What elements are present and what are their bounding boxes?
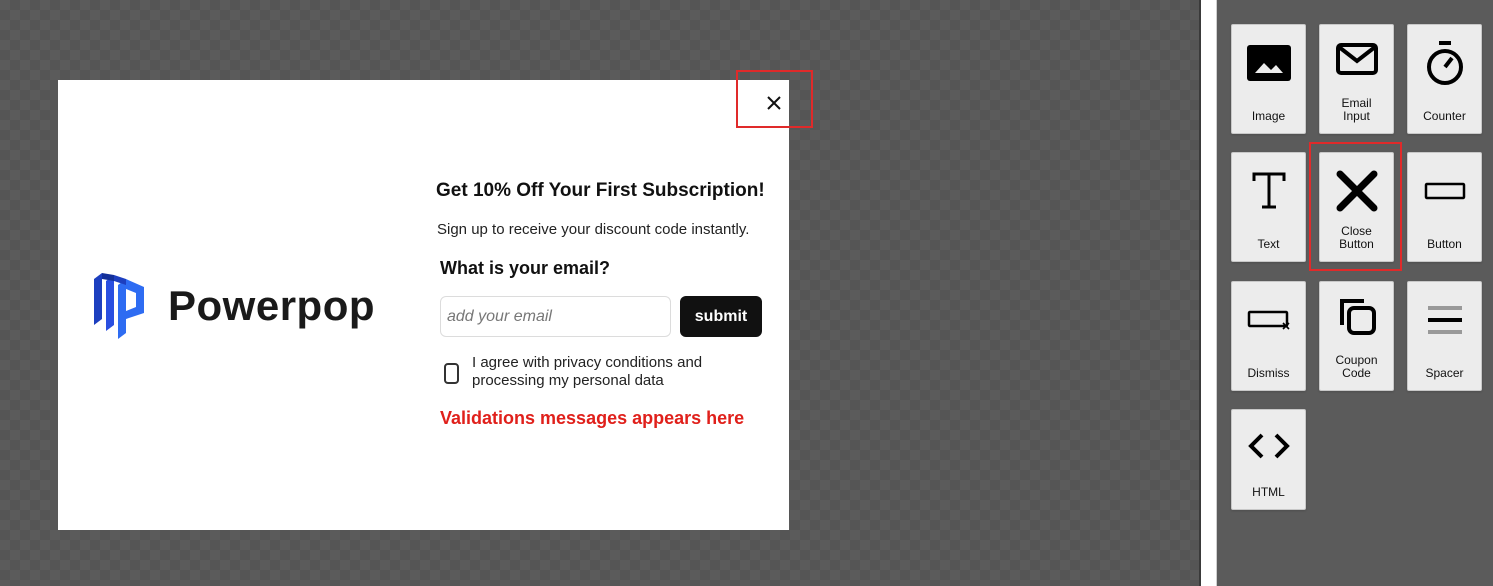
tile-label: Coupon Code (1335, 353, 1378, 380)
button-icon (1424, 182, 1465, 200)
privacy-checkbox[interactable] (444, 363, 459, 384)
tile-label: Spacer (1425, 366, 1464, 380)
email-question: What is your email? (440, 258, 611, 278)
tile-label: Text (1257, 237, 1280, 251)
dismiss-icon (1247, 310, 1290, 330)
validation-message: Validations messages appears here (440, 408, 745, 428)
tile-label: Dismiss (1247, 366, 1290, 380)
code-icon (1247, 433, 1290, 459)
close-button-highlight (736, 70, 813, 128)
spacer-icon (1427, 306, 1462, 334)
email-icon (1335, 43, 1378, 75)
popup-headline: Get 10% Off Your First Subscription! (436, 180, 765, 201)
powerpop-logo: Powerpop (92, 268, 375, 344)
popup-subline: Sign up to receive your discount code in… (437, 221, 750, 238)
powerpop-logo-icon (94, 273, 144, 339)
tile-label: HTML (1252, 485, 1285, 499)
tile-image[interactable]: Image (1231, 24, 1306, 134)
tile-spacer[interactable]: Spacer (1407, 281, 1482, 391)
tile-label: Image (1251, 109, 1286, 123)
tile-counter[interactable]: Counter (1407, 24, 1482, 134)
email-input[interactable] (440, 296, 671, 337)
tile-email-input[interactable]: Email Input (1319, 24, 1394, 134)
close-tile-highlight (1309, 142, 1402, 271)
tile-html[interactable]: HTML (1231, 409, 1306, 510)
logo-text: Powerpop (168, 282, 376, 329)
text-icon (1252, 172, 1285, 209)
tile-label: Email Input (1341, 96, 1372, 123)
tile-text[interactable]: Text (1231, 152, 1306, 262)
tile-label: Counter (1423, 109, 1466, 123)
tile-coupon-code[interactable]: Coupon Code (1319, 281, 1394, 391)
submit-button[interactable]: submit (680, 296, 762, 337)
tile-button[interactable]: Button (1407, 152, 1482, 262)
panel-border (1201, 0, 1217, 586)
copy-icon (1339, 299, 1376, 335)
image-icon (1246, 45, 1291, 81)
timer-icon (1426, 41, 1463, 85)
tile-label: Button (1427, 237, 1462, 251)
privacy-label: I agree with privacy conditions and proc… (472, 354, 703, 389)
tile-dismiss[interactable]: Dismiss (1231, 281, 1306, 391)
